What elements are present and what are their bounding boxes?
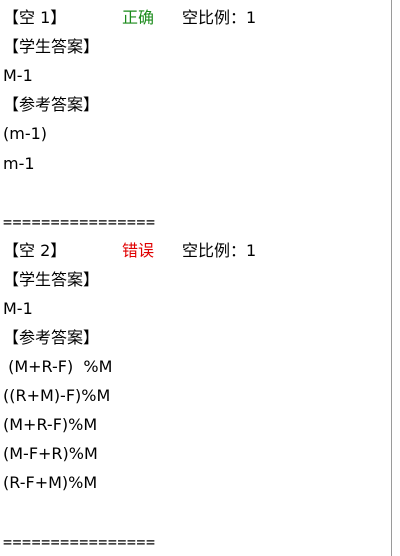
blank2-student-header: 【学生答案】 [3, 270, 100, 289]
separator: ================ [3, 213, 156, 231]
blank2-reference-answer: (M+R-F) %M [3, 357, 113, 376]
answer-panel: 【空 1】 正确 空比例：1 【学生答案】 M-1 【参考答案】 (m-1) m… [0, 0, 392, 556]
blank2-reference-answer: (M+R-F)%M [3, 415, 98, 434]
blank2-reference-header: 【参考答案】 [3, 328, 100, 347]
blank2-reference-answer: (M-F+R)%M [3, 444, 98, 463]
blank1-student-answer: M-1 [3, 66, 33, 85]
blank2-reference-answer: (R-F+M)%M [3, 473, 98, 492]
blank1-reference-answer: m-1 [3, 154, 35, 173]
blank2-title: 【空 2】 [3, 241, 67, 260]
blank2-ratio: 空比例：1 [182, 241, 257, 260]
blank2-student-answer: M-1 [3, 299, 33, 318]
blank1-ratio: 空比例：1 [182, 8, 257, 27]
blank2-reference-answer: ((R+M)-F)%M [3, 386, 111, 405]
blank1-reference-answer: (m-1) [3, 124, 48, 143]
separator: ================ [3, 533, 156, 551]
blank1-student-header: 【学生答案】 [3, 37, 100, 56]
blank1-status: 正确 [122, 8, 155, 27]
blank1-title: 【空 1】 [3, 8, 67, 27]
blank1-reference-header: 【参考答案】 [3, 95, 100, 114]
blank2-status: 错误 [122, 241, 155, 260]
